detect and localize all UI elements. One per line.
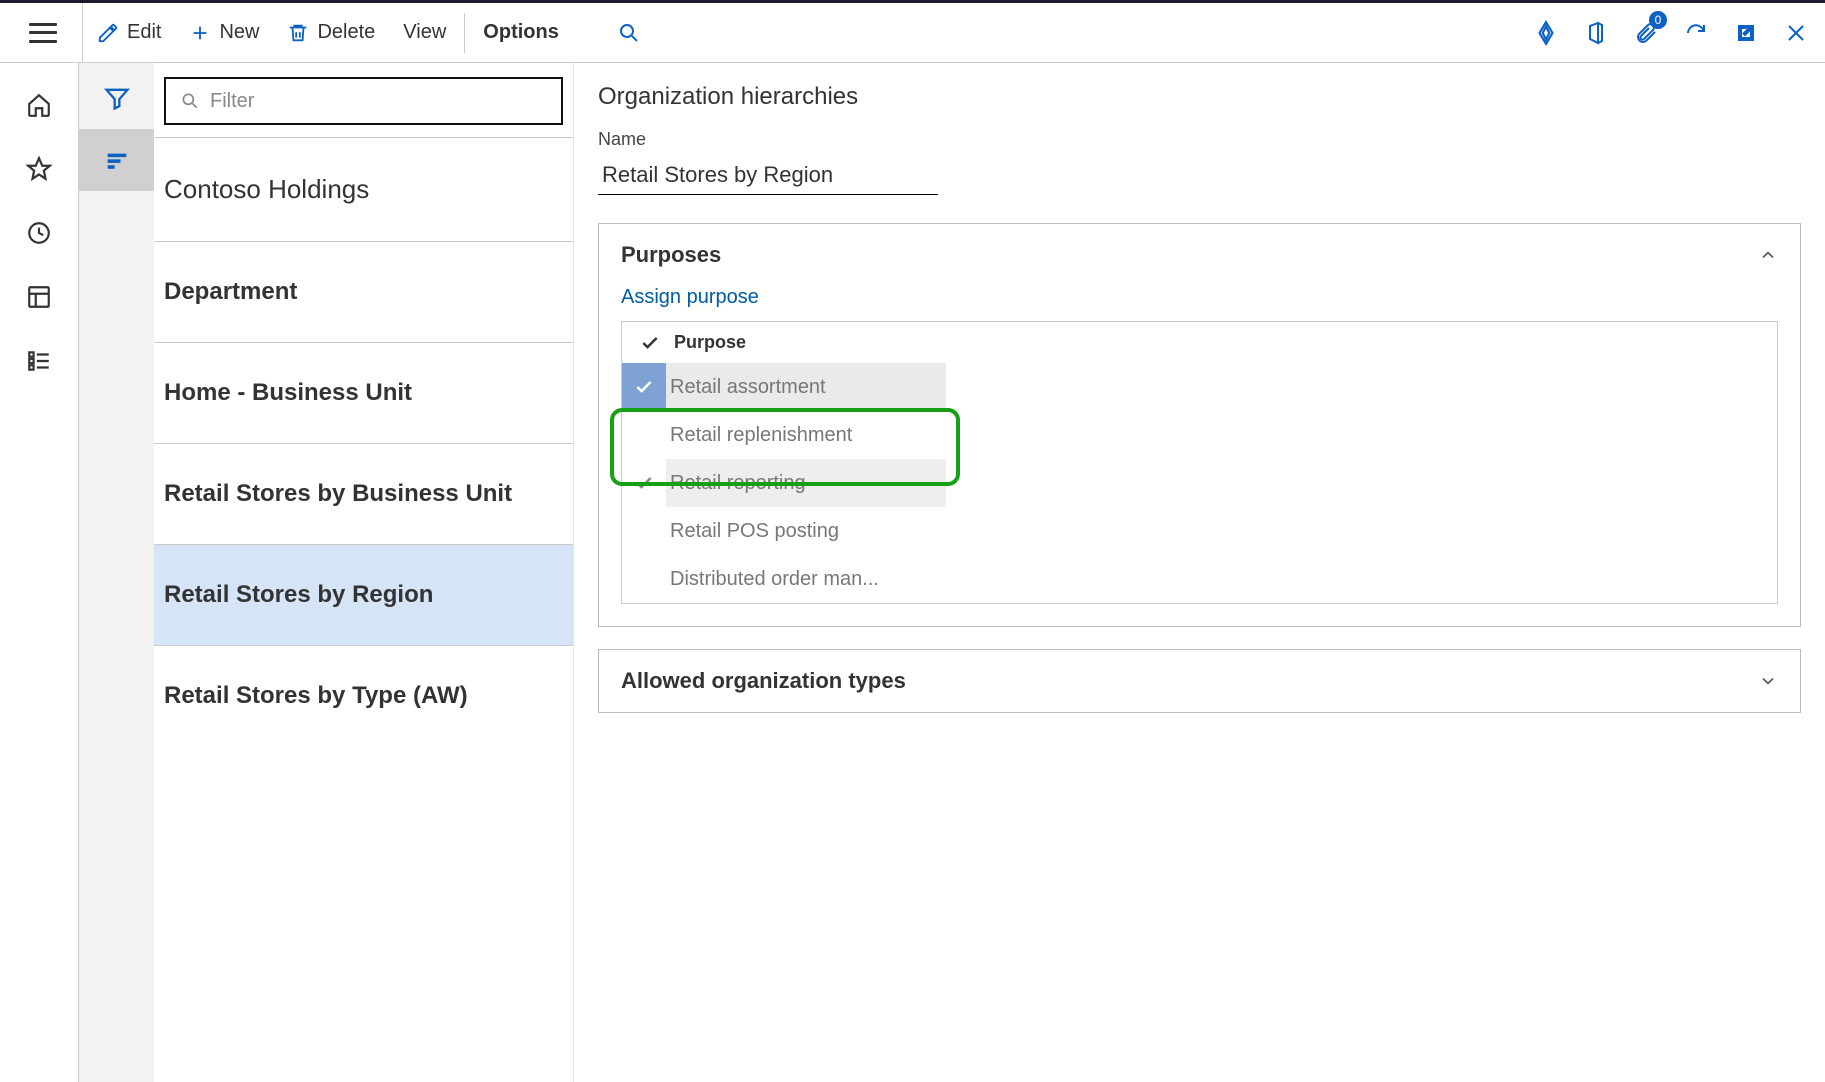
chevron-up-icon — [1758, 245, 1778, 265]
new-button[interactable]: New — [175, 3, 273, 63]
filter-tool[interactable] — [79, 67, 154, 129]
toolbar: Edit New Delete View Options — [0, 3, 1825, 63]
chevron-down-icon — [1758, 671, 1778, 691]
popout-button[interactable] — [1721, 3, 1771, 63]
list-item[interactable]: Contoso Holdings — [154, 137, 573, 241]
purpose-column-label: Purpose — [674, 332, 746, 353]
purpose-check[interactable] — [622, 555, 666, 603]
purposes-card: Purposes Assign purpose Purpose Retail a… — [598, 223, 1801, 627]
search-button[interactable] — [603, 3, 655, 63]
options-label: Options — [483, 21, 559, 44]
power-apps-icon — [1533, 20, 1559, 46]
trash-icon — [287, 22, 309, 44]
purpose-row[interactable]: Distributed order man... — [622, 555, 1777, 603]
hierarchy-list: Contoso HoldingsDepartmentHome - Busines… — [154, 137, 573, 1082]
close-icon — [1784, 21, 1808, 45]
popout-icon — [1734, 21, 1758, 45]
purpose-check[interactable] — [622, 411, 666, 459]
edit-label: Edit — [127, 21, 161, 44]
purpose-row[interactable]: Retail assortment — [622, 363, 1777, 411]
allowed-types-header[interactable]: Allowed organization types — [599, 650, 1800, 712]
search-icon — [617, 21, 641, 45]
nav-favorites[interactable] — [0, 137, 79, 201]
list-item[interactable]: Retail Stores by Business Unit — [154, 443, 573, 544]
list-item[interactable]: Retail Stores by Region — [154, 544, 573, 645]
detail-pane: Organization hierarchies Name Retail Sto… — [574, 63, 1825, 1082]
allowed-types-title: Allowed organization types — [621, 668, 906, 694]
new-label: New — [219, 21, 259, 44]
nav-workspaces[interactable] — [0, 265, 79, 329]
purposes-title: Purposes — [621, 242, 721, 268]
nav-recent[interactable] — [0, 201, 79, 265]
attach-badge: 0 — [1649, 11, 1667, 29]
purpose-table: Purpose Retail assortment Retail replenis… — [621, 321, 1778, 604]
office-button[interactable] — [1571, 3, 1621, 63]
power-apps-button[interactable] — [1521, 3, 1571, 63]
filter-input[interactable] — [210, 90, 561, 113]
purpose-row[interactable]: Retail replenishment — [622, 411, 1777, 459]
delete-button[interactable]: Delete — [273, 3, 389, 63]
list-item[interactable]: Home - Business Unit — [154, 342, 573, 443]
plus-icon — [189, 22, 211, 44]
page-title: Organization hierarchies — [598, 83, 1801, 111]
purposes-header[interactable]: Purposes — [599, 224, 1800, 286]
list-pane: Contoso HoldingsDepartmentHome - Busines… — [154, 63, 574, 1082]
refresh-icon — [1684, 21, 1708, 45]
purpose-label: Distributed order man... — [666, 568, 1777, 591]
purpose-row[interactable]: Retail POS posting — [622, 507, 1777, 555]
check-column-icon — [640, 333, 674, 353]
options-button[interactable]: Options — [469, 3, 573, 63]
office-icon — [1584, 21, 1608, 45]
purpose-label: Retail reporting — [666, 459, 946, 507]
delete-label: Delete — [317, 21, 375, 44]
view-button[interactable]: View — [389, 3, 460, 63]
close-button[interactable] — [1771, 3, 1821, 63]
nav-home[interactable] — [0, 73, 79, 137]
sort-tool[interactable] — [79, 129, 154, 191]
filter-search-icon — [180, 91, 200, 111]
name-field-label: Name — [598, 129, 1801, 150]
purpose-check[interactable] — [622, 363, 666, 411]
list-item[interactable]: Department — [154, 241, 573, 342]
purpose-row[interactable]: Retail reporting — [622, 459, 1777, 507]
refresh-button[interactable] — [1671, 3, 1721, 63]
assign-purpose-link[interactable]: Assign purpose — [621, 286, 759, 309]
purpose-check[interactable] — [622, 507, 666, 555]
edit-button[interactable]: Edit — [83, 3, 175, 63]
purpose-label: Retail POS posting — [666, 520, 1777, 543]
view-label: View — [403, 21, 446, 44]
list-item[interactable]: Retail Stores by Type (AW) — [154, 645, 573, 746]
nav-modules[interactable] — [0, 329, 79, 393]
allowed-types-card: Allowed organization types — [598, 649, 1801, 713]
purpose-label: Retail assortment — [666, 363, 946, 411]
hamburger-menu-icon[interactable] — [29, 23, 57, 43]
attachments-button[interactable]: 0 — [1621, 3, 1671, 63]
filter-box[interactable] — [164, 77, 563, 125]
list-tool-rail — [79, 63, 154, 1082]
name-field-value[interactable]: Retail Stores by Region — [598, 156, 938, 195]
edit-icon — [97, 22, 119, 44]
purpose-table-header: Purpose — [622, 322, 1777, 363]
purpose-label: Retail replenishment — [666, 424, 1777, 447]
purpose-check[interactable] — [622, 459, 666, 507]
nav-rail — [0, 63, 79, 1082]
